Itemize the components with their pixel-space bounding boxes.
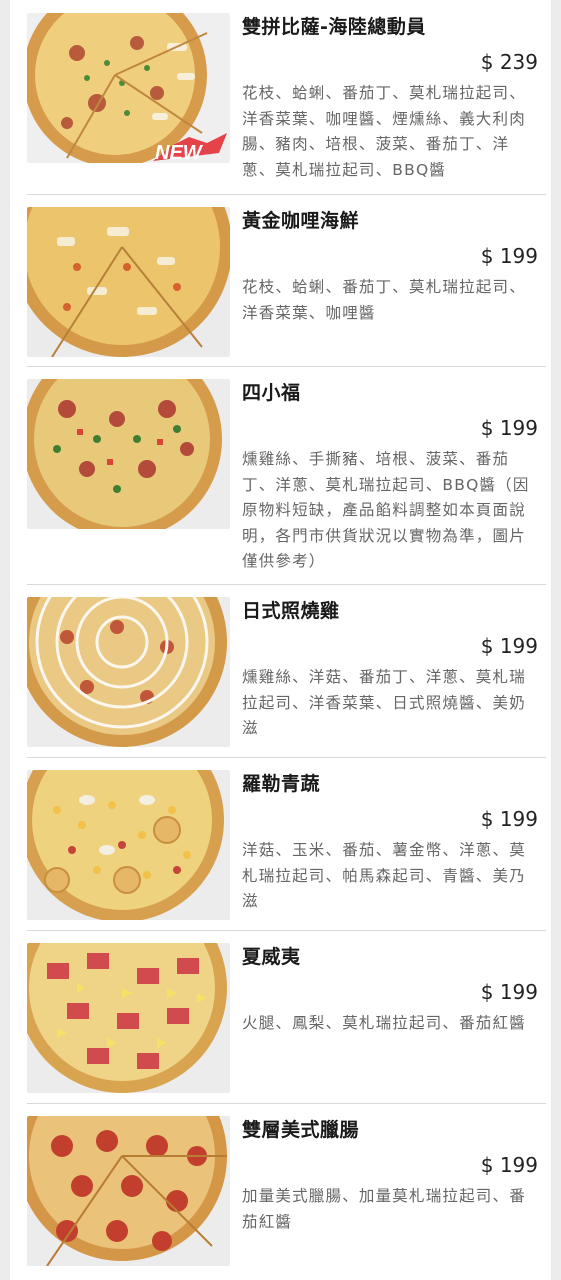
menu-item[interactable]: NEW 雙拼比薩-海陸總動員 $ 239 花枝、蛤蜊、番茄丁、莫札瑞拉起司、洋香… xyxy=(27,0,546,195)
menu-item[interactable]: 日式照燒雞 $ 199 燻雞絲、洋菇、番茄丁、洋蔥、莫札瑞拉起司、洋香菜葉、日式… xyxy=(27,584,546,758)
pizza-image[interactable] xyxy=(27,597,230,747)
pizza-image[interactable] xyxy=(27,943,230,1093)
item-name: 日式照燒雞 xyxy=(242,600,340,622)
pizza-image[interactable] xyxy=(27,770,230,920)
menu-card: NEW 雙拼比薩-海陸總動員 $ 239 花枝、蛤蜊、番茄丁、莫札瑞拉起司、洋香… xyxy=(10,0,551,1280)
item-price: $ 199 xyxy=(480,807,538,831)
menu-item[interactable]: 黃金咖哩海鮮 $ 199 花枝、蛤蜊、番茄丁、莫札瑞拉起司、洋香菜葉、咖哩醬 xyxy=(27,194,546,367)
item-name: 四小福 xyxy=(242,382,301,404)
pizza-image[interactable] xyxy=(27,379,230,529)
item-description: 燻雞絲、洋菇、番茄丁、洋蔥、莫札瑞拉起司、洋香菜葉、日式照燒醬、美奶滋 xyxy=(242,668,526,737)
pizza-image[interactable]: NEW xyxy=(27,13,230,163)
menu-item[interactable]: 羅勒青蔬 $ 199 洋菇、玉米、番茄、薯金幣、洋蔥、莫札瑞拉起司、帕馬森起司、… xyxy=(27,757,546,931)
item-name: 雙拼比薩-海陸總動員 xyxy=(242,16,426,38)
new-badge-icon: NEW xyxy=(153,133,227,163)
item-description: 洋菇、玉米、番茄、薯金幣、洋蔥、莫札瑞拉起司、帕馬森起司、青醬、美乃滋 xyxy=(242,841,526,910)
menu-item[interactable]: 夏威夷 $ 199 火腿、鳳梨、莫札瑞拉起司、番茄紅醬 xyxy=(27,930,546,1104)
item-name: 羅勒青蔬 xyxy=(242,773,321,795)
item-price: $ 199 xyxy=(480,634,538,658)
item-price: $ 199 xyxy=(480,416,538,440)
item-description: 花枝、蛤蜊、番茄丁、莫札瑞拉起司、洋香菜葉、咖哩醬 xyxy=(242,278,526,322)
item-price: $ 199 xyxy=(480,1153,538,1177)
menu-item[interactable]: 四小福 $ 199 燻雞絲、手撕豬、培根、菠菜、番茄丁、洋蔥、莫札瑞拉起司、BB… xyxy=(27,366,546,585)
item-description: 火腿、鳳梨、莫札瑞拉起司、番茄紅醬 xyxy=(242,1014,526,1032)
item-description: 花枝、蛤蜊、番茄丁、莫札瑞拉起司、洋香菜葉、咖哩醬、煙燻絲、義大利肉腸、豬肉、培… xyxy=(242,84,526,179)
svg-text:NEW: NEW xyxy=(155,142,204,163)
item-price: $ 199 xyxy=(480,244,538,268)
menu-item[interactable]: 雙層美式臘腸 $ 199 加量美式臘腸、加量莫札瑞拉起司、番茄紅醬 xyxy=(27,1103,546,1280)
item-name: 雙層美式臘腸 xyxy=(242,1119,360,1141)
item-description: 燻雞絲、手撕豬、培根、菠菜、番茄丁、洋蔥、莫札瑞拉起司、BBQ醬（因原物料短缺，… xyxy=(242,450,530,570)
item-price: $ 239 xyxy=(480,50,538,74)
pizza-image[interactable] xyxy=(27,207,230,357)
item-description: 加量美式臘腸、加量莫札瑞拉起司、番茄紅醬 xyxy=(242,1187,526,1231)
item-name: 黃金咖哩海鮮 xyxy=(242,210,360,232)
item-price: $ 199 xyxy=(480,980,538,1004)
pizza-image[interactable] xyxy=(27,1116,230,1266)
item-name: 夏威夷 xyxy=(242,946,301,968)
